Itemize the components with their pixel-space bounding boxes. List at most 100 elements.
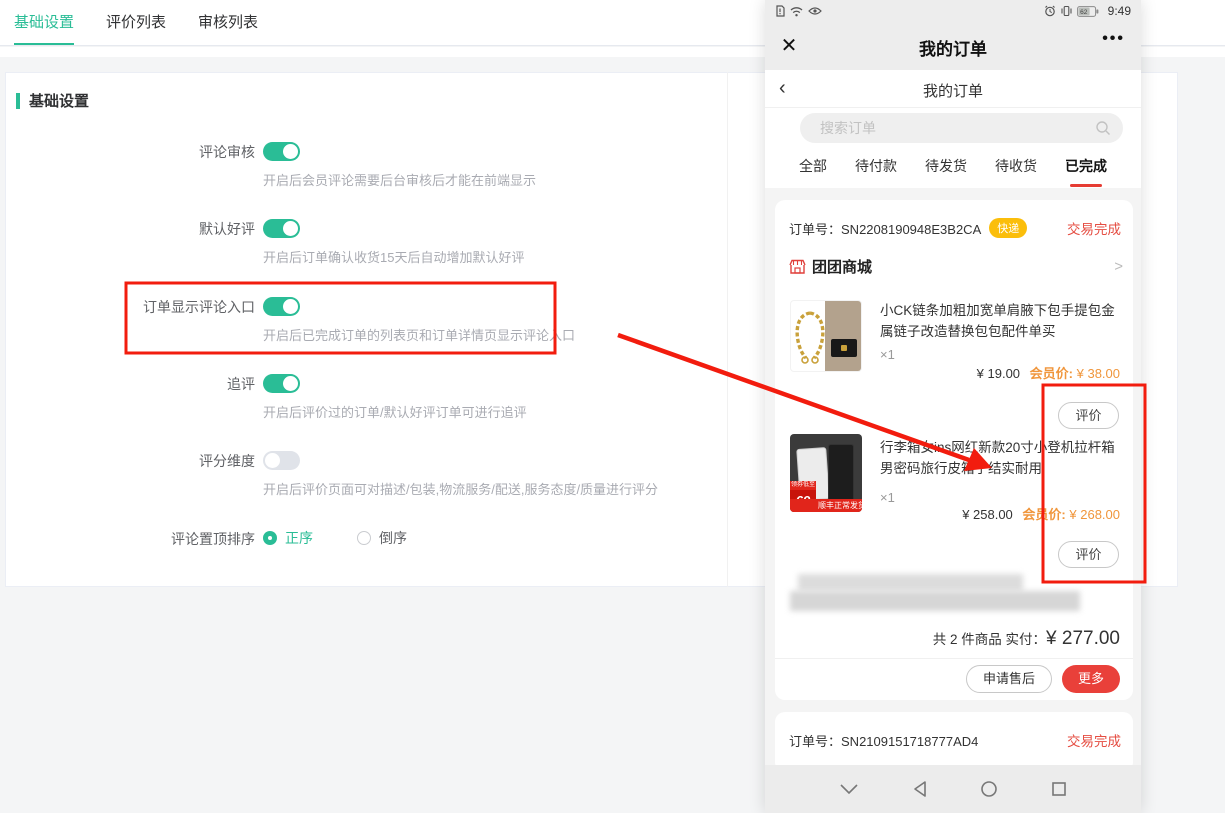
chevron-right-icon: > bbox=[1114, 258, 1123, 275]
status-right-icons: 62 9:49 bbox=[1044, 4, 1131, 18]
product-qty: ×1 bbox=[880, 490, 895, 505]
sim-alert-icon bbox=[775, 5, 785, 17]
recents-nav-icon[interactable] bbox=[1051, 781, 1067, 797]
tab-audit-list[interactable]: 审核列表 bbox=[198, 0, 258, 45]
tab-all[interactable]: 全部 bbox=[799, 148, 827, 188]
order-total-prefix: 共 2 件商品 实付： bbox=[933, 632, 1046, 647]
tab-pending-receipt[interactable]: 待收货 bbox=[995, 148, 1037, 188]
tab-pending-shipment[interactable]: 待发货 bbox=[925, 148, 967, 188]
hide-nav-icon[interactable] bbox=[839, 783, 859, 795]
search-placeholder: 搜索订单 bbox=[820, 118, 1095, 138]
phone-status-bar: 62 9:49 bbox=[765, 0, 1141, 22]
section-header: 基础设置 bbox=[16, 90, 89, 111]
shop-row[interactable]: 团团商城 > bbox=[789, 256, 1123, 277]
redacted-address-block bbox=[790, 574, 1080, 612]
member-price-label: 会员价: bbox=[1022, 507, 1065, 522]
radio-ascending[interactable] bbox=[263, 531, 277, 545]
label-order-comment-entry: 订单显示评论入口 bbox=[15, 297, 255, 317]
rate-button[interactable]: 评价 bbox=[1058, 402, 1119, 429]
desc-order-comment-entry: 开启后已完成订单的列表页和订单详情页显示评论入口 bbox=[263, 325, 575, 344]
redacted-line bbox=[798, 574, 1023, 591]
svg-text:62: 62 bbox=[1080, 9, 1088, 16]
label-follow-up-review: 追评 bbox=[15, 374, 255, 394]
order-total: 共 2 件商品 实付：¥ 277.00 bbox=[933, 628, 1120, 650]
order-status-tabs: 全部 待付款 待发货 待收货 已完成 bbox=[765, 148, 1141, 188]
toggle-order-comment-entry[interactable] bbox=[263, 297, 300, 316]
shop-icon bbox=[789, 259, 806, 275]
product-qty: ×1 bbox=[880, 347, 895, 362]
tab-pending-payment[interactable]: 待付款 bbox=[855, 148, 897, 188]
android-nav-bar bbox=[765, 765, 1141, 813]
phone-title-bar: ✕ 我的订单 ••• bbox=[765, 22, 1141, 70]
more-menu-icon[interactable]: ••• bbox=[1102, 30, 1125, 48]
radio-descending-label[interactable]: 倒序 bbox=[379, 528, 407, 548]
home-nav-icon[interactable] bbox=[980, 780, 998, 798]
order-header: 订单号：SN2109151718777AD4 交易完成 bbox=[789, 730, 1121, 750]
express-badge: 快递 bbox=[989, 218, 1027, 238]
more-button[interactable]: 更多 bbox=[1062, 665, 1120, 693]
product-image-chain-bag[interactable] bbox=[790, 300, 862, 372]
label-default-praise: 默认好评 bbox=[15, 219, 255, 239]
product-price: ¥ 19.00 bbox=[977, 366, 1020, 381]
radio-ascending-label[interactable]: 正序 bbox=[285, 528, 313, 548]
toggle-default-praise[interactable] bbox=[263, 219, 300, 238]
sub-page-title: 我的订单 bbox=[765, 80, 1141, 101]
back-nav-icon[interactable] bbox=[912, 780, 928, 798]
alarm-icon bbox=[1044, 5, 1056, 17]
toggle-follow-up-review[interactable] bbox=[263, 374, 300, 393]
gold-chain-graphic bbox=[793, 309, 827, 365]
order-actions: 申请售后 更多 bbox=[966, 665, 1120, 693]
desc-comment-audit: 开启后会员评论需要后台审核后才能在前端显示 bbox=[263, 170, 536, 189]
search-icon bbox=[1095, 120, 1111, 136]
order-card: 订单号：SN2109151718777AD4 交易完成 bbox=[775, 712, 1133, 772]
status-time: 9:49 bbox=[1108, 4, 1131, 18]
content-divider bbox=[727, 72, 728, 587]
order-status: 交易完成 bbox=[1067, 730, 1121, 750]
member-price-value: ¥ 268.00 bbox=[1069, 507, 1120, 522]
black-suitcase-graphic bbox=[828, 444, 854, 502]
toggle-rating-dimension[interactable] bbox=[263, 451, 300, 470]
product-title[interactable]: 小CK链条加粗加宽单肩腋下包手提包金属链子改造替换包包配件单买 bbox=[880, 300, 1122, 342]
order-no-label: 订单号： bbox=[789, 222, 841, 237]
order-total-amount: ¥ 277.00 bbox=[1046, 628, 1120, 649]
search-input[interactable]: 搜索订单 bbox=[800, 113, 1123, 143]
label-comment-sort: 评论置顶排序 bbox=[15, 529, 255, 549]
order-no-value: SN2109151718777AD4 bbox=[841, 734, 978, 749]
product-price-line: ¥ 258.00 会员价: ¥ 268.00 bbox=[962, 504, 1120, 523]
rate-button[interactable]: 评价 bbox=[1058, 541, 1119, 568]
product-price-line: ¥ 19.00 会员价: ¥ 38.00 bbox=[977, 363, 1120, 382]
after-sale-button[interactable]: 申请售后 bbox=[966, 665, 1052, 693]
redacted-line bbox=[790, 591, 1080, 611]
order-no: 订单号：SN2208190948E3B2CA bbox=[789, 219, 981, 238]
model-photo-area bbox=[825, 301, 861, 372]
toggle-comment-audit[interactable] bbox=[263, 142, 300, 161]
card-divider bbox=[775, 658, 1133, 659]
order-no: 订单号：SN2109151718777AD4 bbox=[789, 731, 978, 750]
order-no-value: SN2208190948E3B2CA bbox=[841, 222, 981, 237]
order-status: 交易完成 bbox=[1067, 218, 1121, 238]
eye-comfort-icon bbox=[808, 6, 822, 16]
radio-descending[interactable] bbox=[357, 531, 371, 545]
tab-review-list[interactable]: 评价列表 bbox=[106, 0, 166, 45]
product-image-luggage[interactable]: 领券低至 69 顺丰正常发货 bbox=[790, 434, 862, 512]
shipping-banner: 顺丰正常发货 bbox=[790, 499, 862, 512]
order-card: 订单号：SN2208190948E3B2CA 快递 交易完成 团团商城 > 小C… bbox=[775, 200, 1133, 700]
battery-icon: 62 bbox=[1077, 6, 1099, 17]
shop-name: 团团商城 bbox=[812, 256, 872, 277]
label-rating-dimension: 评分维度 bbox=[15, 451, 255, 471]
coupon-small-tag: 领券低至 bbox=[790, 481, 816, 490]
tab-basic-settings[interactable]: 基础设置 bbox=[14, 0, 74, 45]
vibrate-icon bbox=[1061, 5, 1072, 17]
tab-completed[interactable]: 已完成 bbox=[1065, 148, 1107, 188]
product-price: ¥ 258.00 bbox=[962, 507, 1013, 522]
order-no-label: 订单号： bbox=[789, 734, 841, 749]
status-left-icons bbox=[775, 5, 822, 17]
product-title[interactable]: 行李箱女ins网红新款20寸小登机拉杆箱男密码旅行皮箱子结实耐用 bbox=[880, 437, 1122, 479]
member-price-label: 会员价: bbox=[1030, 366, 1073, 381]
bag-clasp-graphic bbox=[841, 345, 847, 351]
label-comment-audit: 评论审核 bbox=[15, 142, 255, 162]
desc-rating-dimension: 开启后评价页面可对描述/包装,物流服务/配送,服务态度/质量进行评分 bbox=[263, 479, 658, 498]
desc-follow-up-review: 开启后评价过的订单/默认好评订单可进行追评 bbox=[263, 402, 527, 421]
desc-default-praise: 开启后订单确认收货15天后自动增加默认好评 bbox=[263, 247, 524, 266]
section-title: 基础设置 bbox=[29, 90, 89, 111]
